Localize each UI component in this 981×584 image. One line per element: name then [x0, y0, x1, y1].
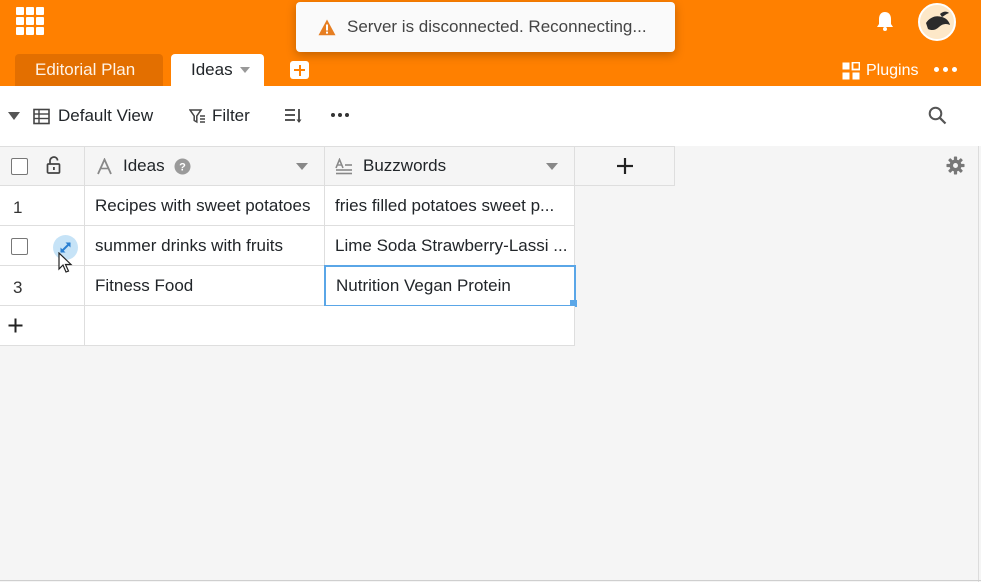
column-name: Buzzwords: [363, 156, 447, 175]
plugins-icon: [842, 62, 860, 80]
caret-down-icon[interactable]: [8, 112, 20, 120]
more-horizontal-icon[interactable]: [331, 113, 349, 117]
text-type-icon: [97, 157, 112, 174]
unlock-icon[interactable]: [46, 156, 61, 174]
column-menu-chevron-icon[interactable]: [296, 163, 308, 170]
warning-icon: [318, 19, 336, 35]
svg-text:?: ?: [179, 161, 186, 173]
view-label: Default View: [58, 106, 154, 125]
cell-text: Lime Soda Strawberry-Lassi ...: [335, 235, 568, 255]
selected-table-cell[interactable]: Nutrition Vegan Protein: [324, 265, 576, 307]
window-edge: [978, 146, 979, 582]
table-view-icon: [33, 108, 50, 124]
filter-icon: [189, 108, 205, 123]
tab-label: Ideas: [191, 60, 233, 79]
column-header-buzzwords[interactable]: Buzzwords: [325, 146, 575, 186]
cell-text: Recipes with sweet potatoes: [95, 195, 311, 215]
notification-message: Server is disconnected. Reconnecting...: [347, 17, 647, 36]
table-cell[interactable]: Recipes with sweet potatoes: [85, 186, 325, 226]
select-all-checkbox[interactable]: [11, 158, 28, 175]
table-cell[interactable]: Lime Soda Strawberry-Lassi ...: [325, 226, 575, 266]
cell-text: fries filled potatoes sweet p...: [335, 195, 555, 215]
table-cell[interactable]: summer drinks with fruits: [85, 226, 325, 266]
cell-text: Nutrition Vegan Protein: [336, 276, 511, 295]
mouse-cursor-icon: [58, 252, 73, 273]
add-column-button[interactable]: [575, 146, 675, 186]
plugins-label: Plugins: [866, 62, 919, 79]
avatar[interactable]: [918, 3, 956, 41]
tab-label: Editorial Plan: [35, 60, 136, 79]
view-selector[interactable]: Default View: [33, 105, 153, 127]
tab-ideas[interactable]: Ideas: [171, 54, 264, 86]
plugins-button[interactable]: Plugins: [842, 60, 918, 82]
row-number: 3: [13, 278, 23, 297]
column-menu-chevron-icon[interactable]: [546, 163, 558, 170]
filter-button[interactable]: Filter: [189, 105, 250, 127]
help-icon[interactable]: ?: [174, 158, 191, 175]
row-checkbox[interactable]: [11, 238, 28, 255]
add-row-area[interactable]: [85, 306, 575, 346]
top-bar: Server is disconnected. Reconnecting... …: [0, 0, 981, 86]
table-cell[interactable]: fries filled potatoes sweet p...: [325, 186, 575, 226]
filter-label: Filter: [212, 106, 250, 125]
plus-icon: [8, 318, 23, 333]
table-grid: Ideas ? Buzzwords 1 Recipes with sweet p…: [0, 146, 981, 582]
search-icon[interactable]: [928, 106, 947, 125]
apps-grid-icon[interactable]: [16, 7, 44, 35]
plus-icon: [616, 158, 633, 174]
bell-icon[interactable]: [874, 10, 896, 32]
row-number: 1: [13, 198, 23, 217]
gear-icon[interactable]: [946, 156, 965, 175]
column-name: Ideas: [123, 156, 165, 175]
cell-text: summer drinks with fruits: [95, 235, 283, 255]
more-horizontal-icon[interactable]: [934, 62, 958, 76]
long-text-type-icon: [335, 157, 352, 174]
table-cell[interactable]: Fitness Food: [85, 266, 325, 306]
sort-icon[interactable]: [284, 107, 302, 125]
add-row-button[interactable]: [0, 306, 85, 346]
window-edge: [0, 580, 981, 581]
column-header-ideas[interactable]: Ideas ?: [85, 146, 325, 186]
chevron-down-icon[interactable]: [239, 67, 250, 73]
cell-text: Fitness Food: [95, 275, 194, 295]
disconnected-notification: Server is disconnected. Reconnecting...: [296, 2, 675, 52]
add-table-plus-icon[interactable]: [290, 61, 309, 79]
view-toolbar: Default View Filter: [0, 86, 981, 146]
tab-editorial-plan[interactable]: Editorial Plan: [15, 54, 163, 86]
